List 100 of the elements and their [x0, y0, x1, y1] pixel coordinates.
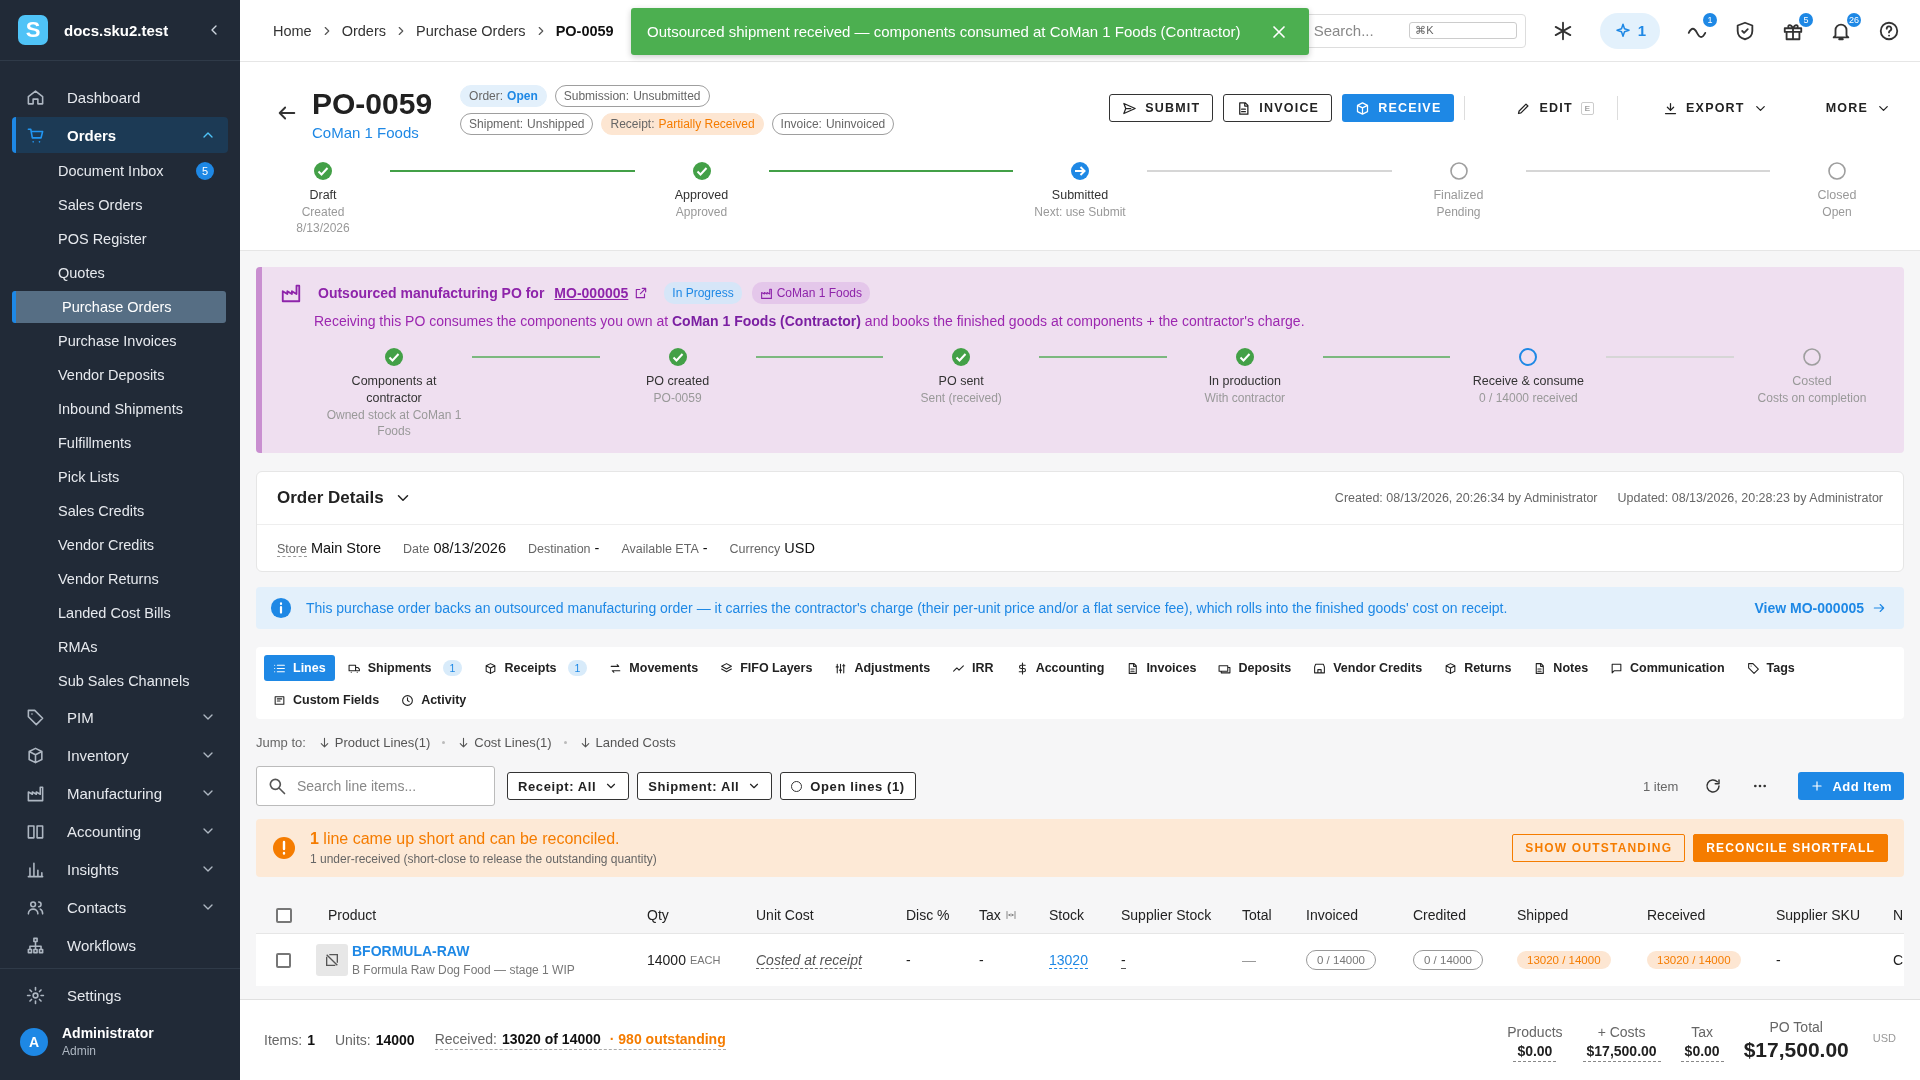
shortcut-key: E [1580, 101, 1595, 115]
tab[interactable]: Receipts 1 [475, 655, 597, 681]
refresh-icon[interactable] [1704, 777, 1723, 795]
field-value: 08/13/2026 [433, 540, 506, 556]
tab[interactable]: IRR [943, 655, 1003, 681]
add-item-button[interactable]: Add Item [1798, 772, 1904, 800]
section-toggle[interactable]: Order Details [277, 488, 412, 508]
nav-item[interactable]: Settings [12, 977, 228, 1013]
download-icon [1663, 100, 1679, 116]
step-caption: Created [301, 204, 345, 220]
nav-subitem[interactable]: Vendor Deposits [12, 359, 226, 391]
tab[interactable]: FIFO Layers [711, 655, 822, 681]
tab[interactable]: Custom Fields [264, 687, 389, 713]
tab[interactable]: Notes [1524, 655, 1598, 681]
filter-dropdown[interactable]: Shipment: All [637, 772, 773, 800]
external-link-icon [634, 286, 649, 300]
nav-item[interactable]: Accounting [12, 813, 228, 849]
unit-cost[interactable]: Costed at receipt [756, 951, 862, 969]
nav-subitem[interactable]: Fulfillments [12, 427, 226, 459]
column-header: Total [1242, 907, 1272, 923]
quantity-pill: 13020 / 14000 [1517, 951, 1611, 969]
nav-subitem[interactable]: Vendor Returns [12, 563, 226, 595]
tab[interactable]: Lines [264, 655, 335, 681]
vendor-link[interactable]: CoMan 1 Foods [312, 124, 433, 141]
document-icon [1533, 661, 1547, 675]
column-header: Shipped [1517, 907, 1569, 923]
nav-subitem[interactable]: Pick Lists [12, 461, 226, 493]
step-label: Closed [1817, 187, 1857, 204]
jump-link[interactable]: Cost Lines(1) [457, 735, 552, 750]
tab[interactable]: Returns [1435, 655, 1521, 681]
action-button[interactable]: INVOICE [1223, 94, 1333, 122]
summary-label: Units: [334, 1032, 371, 1048]
tab[interactable]: Communication [1601, 655, 1734, 681]
jump-link[interactable]: Landed Costs [578, 735, 676, 750]
nav-subitem[interactable]: Sales Orders [12, 189, 226, 221]
tab[interactable]: Invoices [1117, 655, 1206, 681]
tab[interactable]: Deposits [1209, 655, 1301, 681]
nav-subitem[interactable]: RMAs [12, 631, 226, 663]
nav-subitem[interactable]: Purchase Orders [12, 291, 226, 323]
tab[interactable]: Shipments 1 [338, 655, 472, 681]
table-cell: - [979, 952, 984, 968]
currency-label: USD [1872, 1031, 1896, 1044]
nav-item[interactable]: Orders [12, 117, 228, 153]
step-caption: 8/13/2026 [296, 220, 350, 236]
stock-link[interactable]: 13020 [1049, 951, 1088, 969]
status-chip: Order: Open [460, 85, 547, 107]
document-icon [1126, 661, 1140, 675]
step-label: Submitted [1051, 187, 1109, 204]
breadcrumb[interactable]: Orders [341, 22, 386, 39]
box-icon [1355, 100, 1371, 116]
search-field[interactable]: Search line items... [256, 766, 495, 806]
checkbox[interactable] [276, 907, 292, 923]
tab[interactable]: Vendor Credits [1304, 655, 1432, 681]
nav-subitem[interactable]: POS Register [12, 223, 226, 255]
store-icon [1313, 661, 1327, 675]
tab[interactable]: Accounting [1006, 655, 1114, 681]
created-info: Created: 08/13/2026, 20:26:34 by Administrator [1334, 491, 1598, 505]
tab[interactable]: Movements [600, 655, 708, 681]
nav-item[interactable]: Workflows [12, 927, 228, 963]
nav-item[interactable]: Manufacturing [12, 775, 228, 811]
nav-subitem[interactable]: Purchase Invoices [12, 325, 226, 357]
nav-item[interactable]: Contacts [12, 889, 228, 925]
action-button[interactable]: RECEIVE [1342, 94, 1455, 122]
tab[interactable]: Activity [392, 687, 476, 713]
shield-icon[interactable] [1734, 19, 1756, 42]
order-link[interactable]: MO-000005 [554, 285, 655, 301]
nav-item[interactable]: Insights [12, 851, 228, 887]
action-button[interactable]: SUBMIT [1109, 94, 1214, 122]
step-label: Receive & consume [1472, 373, 1584, 390]
count-badge: 5 [1799, 12, 1813, 27]
step-caption: Pending [1436, 204, 1481, 220]
info-text: This purchase order backs an outsourced manufacturing order — it carries the contractor's charge (their per-unit price and/or a flat service fee), which rolls into the finished goods' cost on receipt. [306, 600, 1508, 616]
nav-subitem[interactable]: Sub Sales Channels [12, 665, 226, 697]
tab[interactable]: Tags [1737, 655, 1804, 681]
table-cell: C [1893, 952, 1904, 968]
tab[interactable]: Adjustments [825, 655, 940, 681]
nav-subitem[interactable]: Sales Credits [12, 495, 226, 527]
tag-icon [1746, 661, 1760, 675]
checkbox[interactable] [276, 952, 291, 968]
nav-subitem[interactable]: Quotes [12, 257, 226, 289]
nav-subitem[interactable]: Inbound Shipments [12, 393, 226, 425]
summary-value: 1 [307, 1032, 315, 1048]
unit-label: EACH [689, 954, 721, 966]
nav-item[interactable]: Dashboard [12, 79, 228, 115]
help-icon[interactable] [1878, 19, 1900, 42]
filter-toggle[interactable]: Open lines (1) [780, 772, 916, 800]
send-icon [1122, 100, 1138, 116]
nav-subitem[interactable]: Vendor Credits [12, 529, 226, 561]
nav-subitem[interactable]: Document Inbox 5 [12, 155, 226, 187]
nav-subitem[interactable]: Landed Cost Bills [12, 597, 226, 629]
jump-link[interactable]: Product Lines(1) [317, 735, 431, 750]
nav-item[interactable]: Inventory [12, 737, 228, 773]
filter-dropdown[interactable]: Receipt: All [507, 772, 630, 800]
nav-item[interactable]: PIM [12, 699, 228, 735]
breadcrumb[interactable]: Home [273, 22, 312, 39]
count-badge: 1 [442, 660, 463, 676]
step-caption: Costs on completion [1757, 390, 1867, 406]
product-link[interactable]: BFORMULA-RAW [352, 943, 575, 959]
total-label: Tax [1691, 1023, 1714, 1040]
breadcrumb[interactable]: Purchase Orders [416, 22, 526, 39]
